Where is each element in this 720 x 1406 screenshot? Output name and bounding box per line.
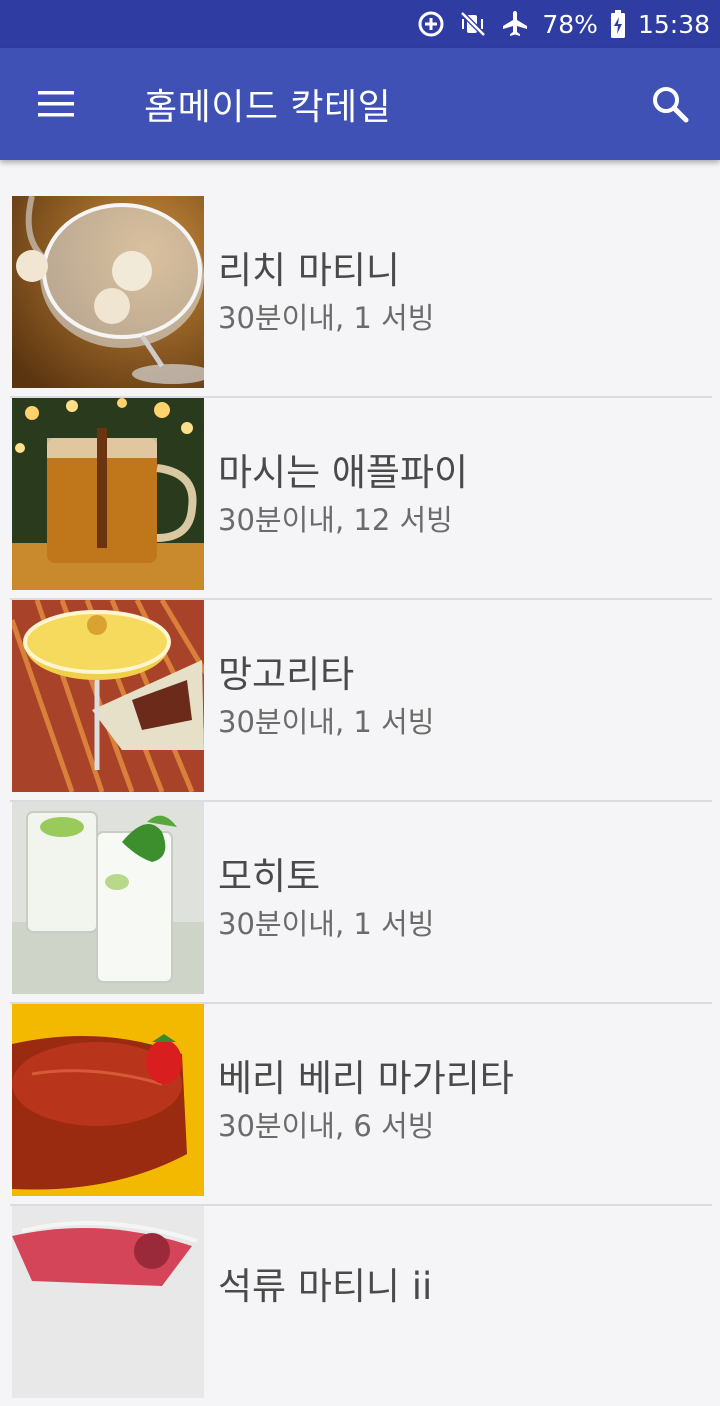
- recipe-name: 마시는 애플파이: [218, 451, 469, 494]
- recipe-meta: 30분이내, 12 서빙: [218, 503, 453, 537]
- battery-percent: 78%: [542, 9, 598, 39]
- page-title: 홈메이드 칵테일: [144, 87, 392, 128]
- berry-margarita-photo: [12, 1004, 204, 1196]
- recipe-meta: 30분이내, 1 서빙: [218, 705, 435, 739]
- recipe-name: 리치 마티니: [218, 249, 400, 292]
- recipe-name: 모히토: [218, 855, 321, 898]
- lychee-martini-photo: [12, 196, 204, 388]
- list-item[interactable]: 망고리타 30분이내, 1 서빙: [8, 598, 712, 800]
- recipe-name: 망고리타: [218, 653, 355, 696]
- mojito-photo: [12, 802, 204, 994]
- status-bar: 78% 15:38: [0, 0, 720, 48]
- menu-button[interactable]: [0, 48, 112, 160]
- list-item[interactable]: 석류 마티니 ii: [8, 1204, 712, 1406]
- airplane-mode-icon: [500, 9, 530, 39]
- list-item[interactable]: 모히토 30분이내, 1 서빙: [8, 800, 712, 1002]
- pomegranate-martini-photo: [12, 1206, 204, 1398]
- data-saver-icon: [416, 9, 446, 39]
- hamburger-menu-icon: [38, 91, 74, 117]
- recipe-meta: 30분이내, 6 서빙: [218, 1109, 435, 1143]
- apple-pie-drink-photo: [12, 398, 204, 590]
- list-item[interactable]: 베리 베리 마가리타 30분이내, 6 서빙: [8, 1002, 712, 1204]
- recipe-name: 베리 베리 마가리타: [218, 1057, 514, 1100]
- recipe-list: 리치 마티니 30분이내, 1 서빙 마시는 애플파이 30분이내, 12 서빙: [0, 194, 720, 1406]
- vibrate-mute-icon: [458, 9, 488, 39]
- search-button[interactable]: [620, 48, 720, 160]
- recipe-name: 석류 마티니 ii: [218, 1265, 433, 1308]
- recipe-meta: 30분이내, 1 서빙: [218, 907, 435, 941]
- battery-charging-icon: [610, 10, 626, 38]
- recipe-meta: 30분이내, 1 서빙: [218, 301, 435, 335]
- mangorita-photo: [12, 600, 204, 792]
- list-item[interactable]: 리치 마티니 30분이내, 1 서빙: [8, 194, 712, 396]
- app-bar: 홈메이드 칵테일: [0, 48, 720, 160]
- clock: 15:38: [637, 9, 710, 39]
- search-icon: [653, 87, 689, 123]
- list-item[interactable]: 마시는 애플파이 30분이내, 12 서빙: [8, 396, 712, 598]
